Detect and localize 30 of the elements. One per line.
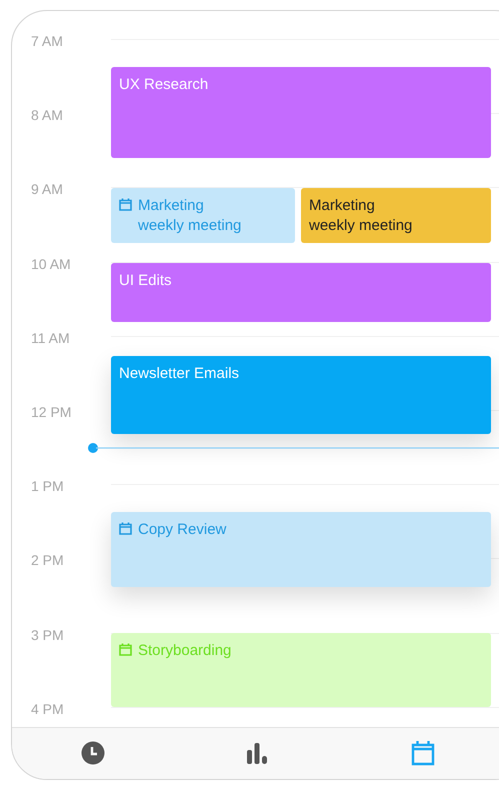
hour-label: 12 PM xyxy=(31,404,72,420)
event-block[interactable]: Copy Review xyxy=(111,512,491,587)
hour-label: 7 AM xyxy=(31,33,63,49)
event-block[interactable]: Marketing weekly meeting xyxy=(301,188,491,243)
hour-label: 9 AM xyxy=(31,181,63,198)
event-block[interactable]: Storyboarding xyxy=(111,633,491,707)
event-block[interactable]: Marketing weekly meeting xyxy=(111,188,295,243)
hour-label: 8 AM xyxy=(31,107,63,124)
event-block[interactable]: UX Research xyxy=(111,67,491,158)
event-title: Newsletter Emails xyxy=(119,364,240,384)
event-title: Marketing weekly meeting xyxy=(138,196,242,236)
event-title: Marketing weekly meeting xyxy=(309,196,412,236)
hour-label: 11 AM xyxy=(31,330,70,346)
event-title: Copy Review xyxy=(138,520,226,540)
hour-label: 4 PM xyxy=(31,700,64,717)
calendar-icon xyxy=(119,643,132,656)
calendar-icon xyxy=(411,740,435,766)
hour-label: 1 PM xyxy=(31,478,64,494)
hour-label: 2 PM xyxy=(31,552,64,568)
event-title: UI Edits xyxy=(119,271,172,291)
hour-label: 10 AM xyxy=(31,256,71,272)
calendar-icon xyxy=(119,198,132,211)
clock-icon xyxy=(81,741,105,765)
event-block[interactable]: UI Edits xyxy=(111,263,491,322)
bar-chart-icon xyxy=(246,742,268,764)
event-title: Storyboarding xyxy=(138,641,232,661)
event-title: UX Research xyxy=(119,75,208,95)
event-block[interactable]: Newsletter Emails xyxy=(111,356,491,434)
hour-label: 3 PM xyxy=(31,626,64,643)
calendar-icon xyxy=(119,522,132,535)
